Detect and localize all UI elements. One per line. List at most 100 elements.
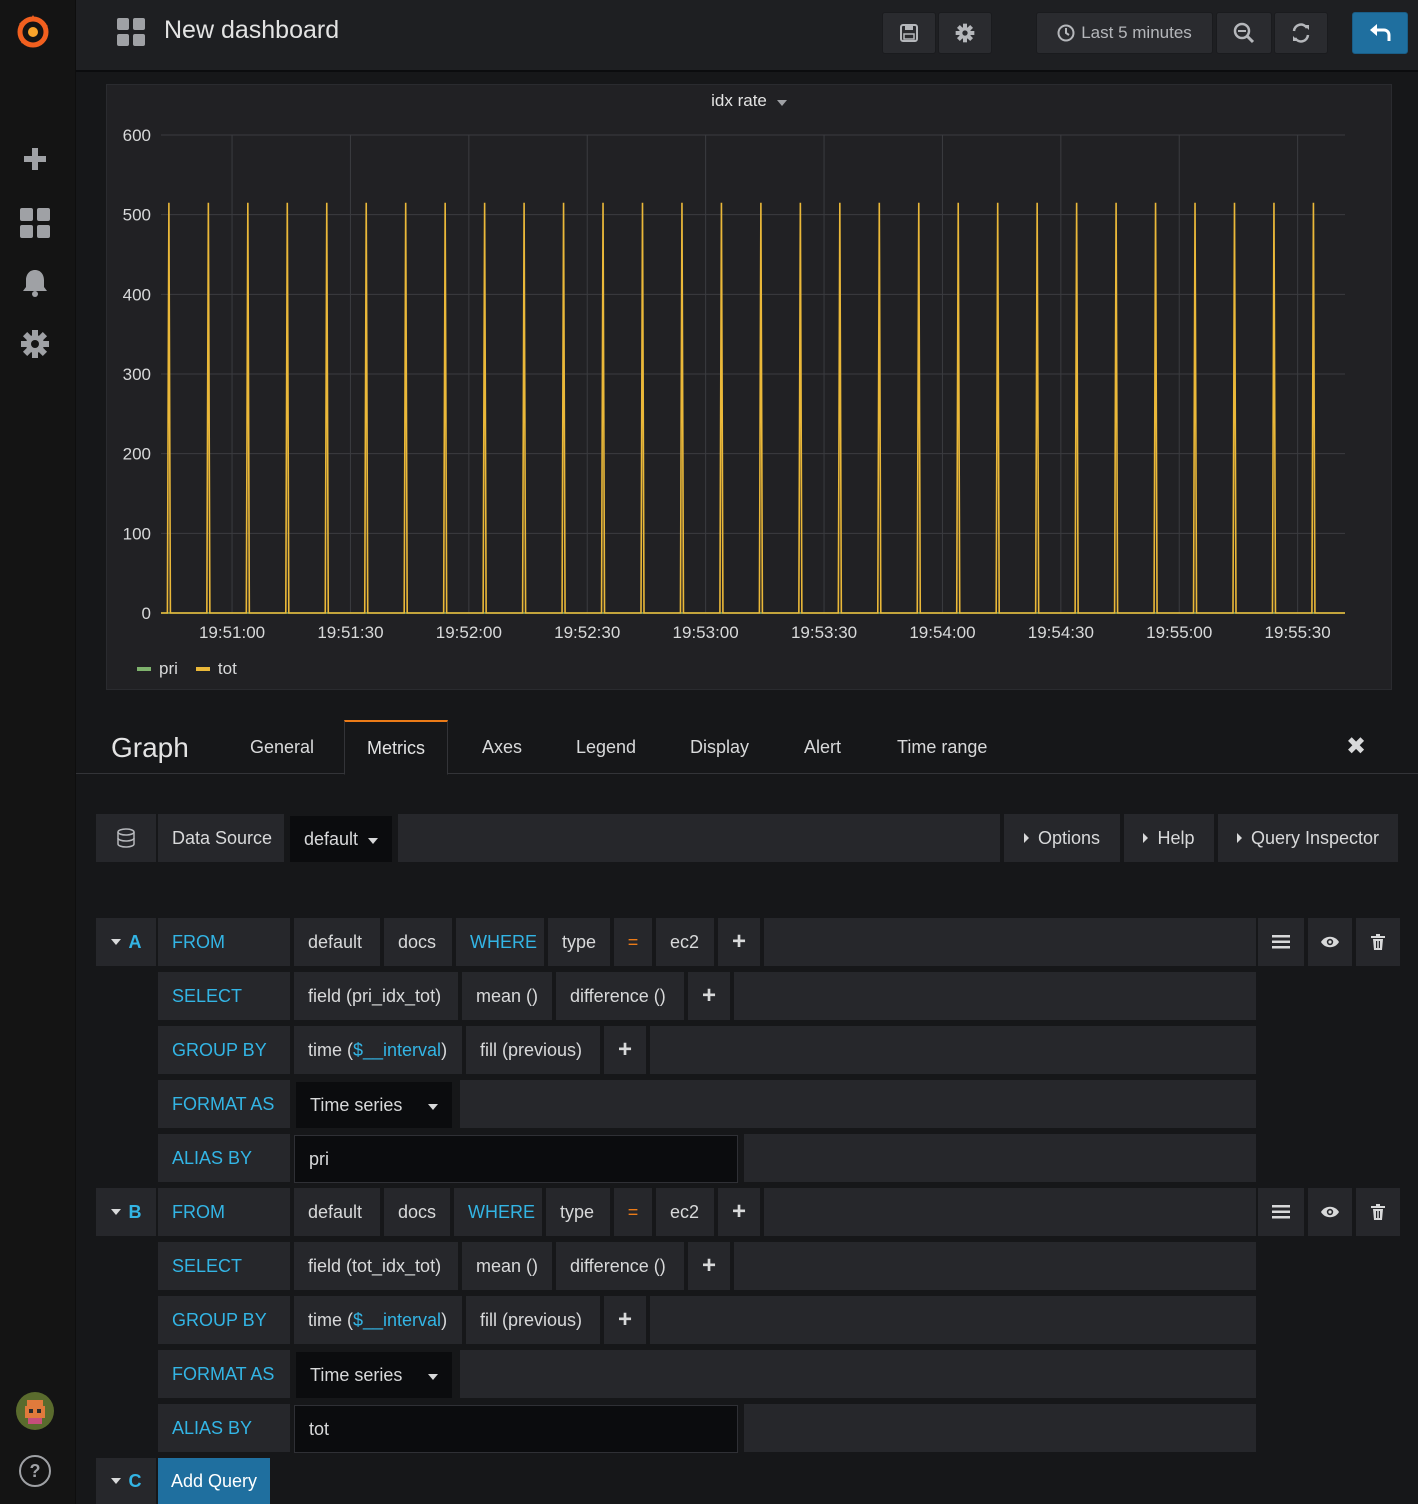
tab-metrics[interactable]: Metrics [344,720,448,775]
editor-title: Graph [111,732,189,763]
query-inspector-toggle[interactable]: Query Inspector [1218,814,1398,862]
from-label: FROM [158,1188,290,1236]
caret-right-icon [1023,833,1029,843]
measurement-segment[interactable]: docs [384,1188,450,1236]
dashboard-settings-button[interactable] [938,12,992,54]
query-b-toggle-eye-icon[interactable] [1308,1188,1352,1236]
refresh-button[interactable] [1274,12,1328,54]
tag-key-segment[interactable]: type [548,918,610,966]
time-range-label: Last 5 minutes [1081,23,1192,42]
add-select-button[interactable]: + [688,972,730,1020]
query-b-collapse[interactable]: B [96,1188,156,1236]
group-time-suffix: ) [441,1309,448,1330]
format-value: Time series [310,1094,403,1115]
operator-segment[interactable]: = [614,1188,652,1236]
add-where-button[interactable]: + [718,1188,760,1236]
tab-general[interactable]: General [228,720,336,774]
dashboards-icon[interactable] [18,206,52,240]
row-filler [764,918,1256,966]
select-label: SELECT [158,1242,290,1290]
add-group-button[interactable]: + [604,1296,646,1344]
policy-segment[interactable]: default [294,1188,380,1236]
alias-input[interactable]: pri [294,1135,738,1183]
top-navbar: New dashboard Last 5 minutes [76,0,1418,72]
group-time-segment[interactable]: time ($__interval) [294,1296,462,1344]
format-select[interactable]: Time series [296,1082,452,1128]
tab-axes[interactable]: Axes [460,720,544,774]
row-filler [460,1080,1256,1128]
fill-segment[interactable]: fill (previous) [466,1026,600,1074]
query-a-delete-trash-icon[interactable] [1356,918,1400,966]
plus-icon[interactable] [18,142,52,176]
caret-right-icon [1143,833,1149,843]
query-a-collapse[interactable]: A [96,918,156,966]
policy-segment[interactable]: default [294,918,380,966]
query-a-menu-icon[interactable] [1258,918,1304,966]
back-to-dashboard-button[interactable] [1352,12,1408,54]
chevron-down-icon [110,939,121,945]
grafana-logo-icon[interactable] [13,12,53,52]
zoom-out-button[interactable] [1216,12,1272,54]
datasource-db-icon [96,814,156,862]
add-select-button[interactable]: + [688,1242,730,1290]
x-tick-label: 19:52:30 [554,623,620,642]
help-toggle[interactable]: Help [1124,814,1214,862]
tab-time-range[interactable]: Time range [875,720,1009,774]
help-icon[interactable]: ? [19,1455,51,1487]
bell-icon[interactable] [18,266,52,300]
transform-segment[interactable]: difference () [556,972,684,1020]
add-query-button[interactable]: Add Query [158,1458,270,1504]
x-tick-label: 19:51:00 [199,623,265,642]
save-dashboard-button[interactable] [882,12,936,54]
tab-display[interactable]: Display [668,720,771,774]
datasource-select[interactable]: default [290,816,392,862]
tag-value-segment[interactable]: ec2 [656,918,714,966]
clock-icon [1057,24,1075,42]
close-editor-icon[interactable]: ✖ [1346,732,1366,761]
group-time-prefix: time ( [308,1039,353,1060]
aggregate-segment[interactable]: mean () [462,1242,552,1290]
aggregate-segment[interactable]: mean () [462,972,552,1020]
operator-segment[interactable]: = [614,918,652,966]
query-a-toggle-eye-icon[interactable] [1308,918,1352,966]
x-tick-label: 19:55:30 [1265,623,1331,642]
legend-item-tot[interactable]: tot [195,659,237,679]
query-letter: B [128,1201,142,1222]
transform-segment[interactable]: difference () [556,1242,684,1290]
add-where-button[interactable]: + [718,918,760,966]
format-select[interactable]: Time series [296,1352,452,1398]
query-c-collapse[interactable]: C [96,1458,156,1504]
fill-segment[interactable]: fill (previous) [466,1296,600,1344]
group-time-segment[interactable]: time ($__interval) [294,1026,462,1074]
measurement-segment[interactable]: docs [384,918,452,966]
dashboard-title[interactable]: New dashboard [164,16,339,45]
tag-key-segment[interactable]: type [546,1188,610,1236]
dashboard-grid-icon[interactable] [116,17,146,52]
panel-editor-tabs: Graph General Metrics Axes Legend Displa… [76,720,1418,775]
chevron-down-icon [428,1103,438,1110]
legend-label: pri [159,659,178,678]
options-toggle[interactable]: Options [1004,814,1120,862]
group-time-suffix: ) [441,1039,448,1060]
y-tick-label: 300 [123,365,151,384]
field-segment[interactable]: field (tot_idx_tot) [294,1242,458,1290]
datasource-filler [398,814,1000,862]
tag-value-segment[interactable]: ec2 [656,1188,714,1236]
field-segment[interactable]: field (pri_idx_tot) [294,972,458,1020]
query-b-delete-trash-icon[interactable] [1356,1188,1400,1236]
legend-item-pri[interactable]: pri [137,659,178,679]
alias-input[interactable]: tot [294,1405,738,1453]
tab-legend[interactable]: Legend [554,720,658,774]
add-group-button[interactable]: + [604,1026,646,1074]
tab-alert[interactable]: Alert [782,720,863,774]
query-b-menu-icon[interactable] [1258,1188,1304,1236]
gear-icon[interactable] [18,327,52,361]
select-label: SELECT [158,972,290,1020]
group-time-var: $__interval [353,1309,442,1330]
chevron-down-icon [110,1478,121,1484]
time-picker-button[interactable]: Last 5 minutes [1036,12,1213,54]
chevron-down-icon [110,1209,121,1215]
user-avatar[interactable] [16,1392,54,1430]
graph-chart[interactable]: 0 100 200 300 400 500 600 19:51:00 19:51:30 19:52… [107,85,1393,645]
x-tick-label: 19:54:30 [1028,623,1094,642]
